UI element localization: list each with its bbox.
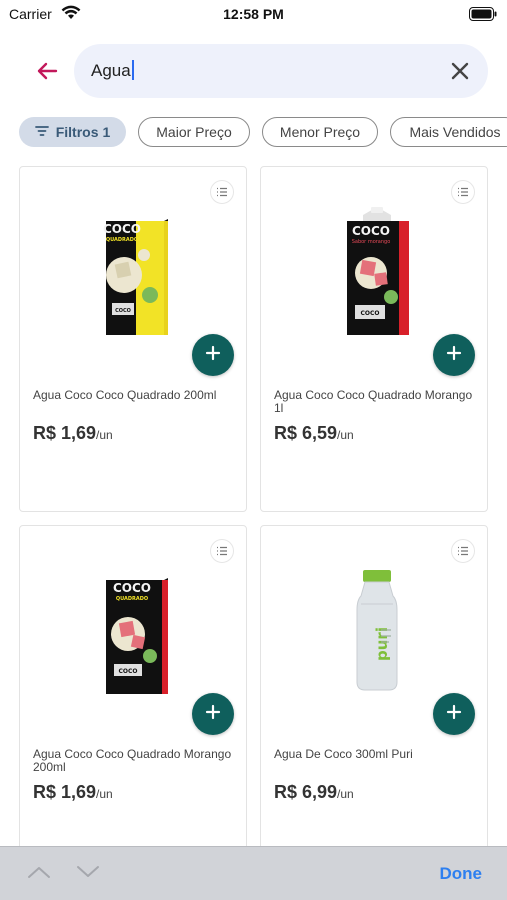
add-to-cart-button[interactable] [192,334,234,376]
image-sub: Sabor morango [352,239,391,245]
image-bottom: COCO [115,308,131,314]
search-input[interactable]: Agua [91,60,134,81]
price-unit: /un [337,787,354,801]
product-price: R$ 1,69/un [33,782,113,803]
keyboard-accessory-bar: Done [0,846,507,900]
image-bottom: COCO [118,668,137,675]
product-price: R$ 1,69/un [33,423,113,444]
plus-icon [446,345,462,366]
text-caret [131,60,134,80]
product-card[interactable]: puri Agua De Coco 300ml Puri R$ 6,99/un [260,525,488,871]
filters-count: 1 [102,124,111,140]
price-unit: /un [96,428,113,442]
search-input-value: Agua [91,61,131,80]
chip-maior-preco[interactable]: Maior Preço [138,117,250,147]
chevron-down-icon[interactable] [76,864,100,885]
list-icon[interactable] [451,539,475,563]
chevron-up-icon[interactable] [27,864,51,885]
clear-search-button[interactable] [449,60,471,82]
filter-chips: Filtros 1 Maior Preço Menor Preço Mais V… [0,117,507,149]
list-icon[interactable] [210,180,234,204]
product-image: puri [356,570,398,691]
price-value: R$ 1,69 [33,782,97,802]
product-card[interactable]: COCO QUADRADO COCO Agua Coco Coco Quadra… [19,525,247,871]
price-unit: /un [96,787,113,801]
close-icon [449,62,471,86]
list-icon[interactable] [451,180,475,204]
product-name: Agua De Coco 300ml Puri [274,747,413,761]
arrow-left-icon [35,59,59,88]
image-brand: COCO [113,581,151,595]
chip-menor-preco[interactable]: Menor Preço [262,117,378,147]
product-price: R$ 6,59/un [274,423,354,444]
price-value: R$ 6,59 [274,423,338,443]
done-button[interactable]: Done [440,864,483,884]
product-image: COCO QUADRADO COCO [106,578,168,694]
image-bottom: COCO [360,310,379,317]
price-unit: /un [337,428,354,442]
product-name: Agua Coco Coco Quadrado Morango 200ml [33,747,232,774]
product-price: R$ 6,99/un [274,782,354,803]
list-icon[interactable] [210,539,234,563]
filters-chip-label: Filtros [55,124,99,140]
add-to-cart-button[interactable] [433,693,475,735]
image-brand: COCO [103,222,141,236]
back-button[interactable] [30,56,64,90]
search-bar[interactable]: Agua [74,44,488,98]
filters-chip[interactable]: Filtros 1 [19,117,126,147]
filter-icon [34,124,49,140]
add-to-cart-button[interactable] [192,693,234,735]
product-card[interactable]: COCO QUADRADO COCO Agua Coco Coco Quadra… [19,166,247,512]
price-value: R$ 1,69 [33,423,97,443]
image-sub: QUADRADO [106,237,138,243]
price-value: R$ 6,99 [274,782,338,802]
plus-icon [446,704,462,725]
image-brand: puri [373,627,391,661]
battery-full-icon [469,7,497,26]
image-sub: QUADRADO [116,596,148,602]
chip-mais-vendidos[interactable]: Mais Vendidos [390,117,507,147]
product-name: Agua Coco Coco Quadrado Morango 1l [274,388,473,415]
product-name: Agua Coco Coco Quadrado 200ml [33,388,217,402]
product-image: COCO Sabor morango COCO [347,207,409,335]
plus-icon [205,704,221,725]
product-card[interactable]: COCO Sabor morango COCO Agua Coco Coco Q… [260,166,488,512]
status-time: 12:58 PM [223,6,284,22]
plus-icon [205,345,221,366]
product-image: COCO QUADRADO COCO [103,219,168,335]
image-brand: COCO [352,224,390,238]
add-to-cart-button[interactable] [433,334,475,376]
status-bar: Carrier 12:58 PM [0,0,507,30]
